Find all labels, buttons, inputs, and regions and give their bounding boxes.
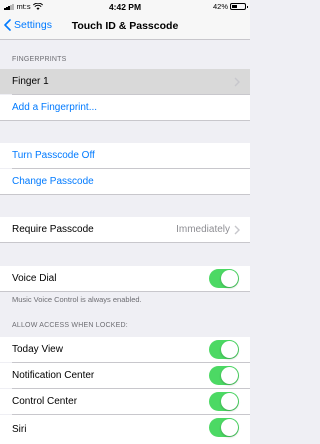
voice-dial-row: Voice Dial	[0, 266, 250, 291]
status-right: 42%	[212, 2, 248, 11]
page-title: Touch ID & Passcode	[71, 20, 179, 32]
voice-control-footer: Music Voice Control is always enabled.	[12, 295, 142, 304]
change-passcode-button[interactable]: Change Passcode	[0, 169, 250, 194]
finger-1-label: Finger 1	[12, 76, 49, 87]
chevron-right-icon	[234, 225, 240, 234]
voice-dial-toggle[interactable]	[209, 269, 239, 288]
turn-passcode-off-label: Turn Passcode Off	[12, 150, 95, 161]
control-center-row: Control Center	[0, 389, 250, 414]
battery-icon	[230, 3, 248, 10]
siri-row: Siri	[0, 415, 250, 444]
change-passcode-label: Change Passcode	[12, 176, 94, 187]
status-bar: mt:s 4:42 PM 42%	[0, 0, 250, 14]
allow-access-header: ALLOW ACCESS WHEN LOCKED:	[12, 322, 128, 329]
notification-center-toggle[interactable]	[209, 366, 239, 385]
add-fingerprint-label: Add a Fingerprint...	[12, 102, 98, 113]
today-view-row: Today View	[0, 337, 250, 362]
fingerprints-header: FINGERPRINTS	[12, 56, 67, 63]
require-passcode-value: Immediately	[176, 224, 230, 235]
turn-passcode-off-button[interactable]: Turn Passcode Off	[0, 143, 250, 168]
today-view-toggle[interactable]	[209, 340, 239, 359]
finger-1-row[interactable]: Finger 1	[0, 69, 250, 94]
siri-toggle[interactable]	[209, 418, 239, 437]
add-fingerprint-button[interactable]: Add a Fingerprint...	[0, 95, 250, 120]
chevron-right-icon	[234, 77, 240, 86]
battery-percent: 42%	[212, 2, 228, 11]
notification-center-row: Notification Center	[0, 363, 250, 388]
require-passcode-label: Require Passcode	[12, 224, 94, 235]
require-passcode-row[interactable]: Require Passcode Immediately	[0, 217, 250, 242]
control-center-toggle[interactable]	[209, 392, 239, 411]
navigation-bar: Settings Touch ID & Passcode	[0, 14, 250, 40]
